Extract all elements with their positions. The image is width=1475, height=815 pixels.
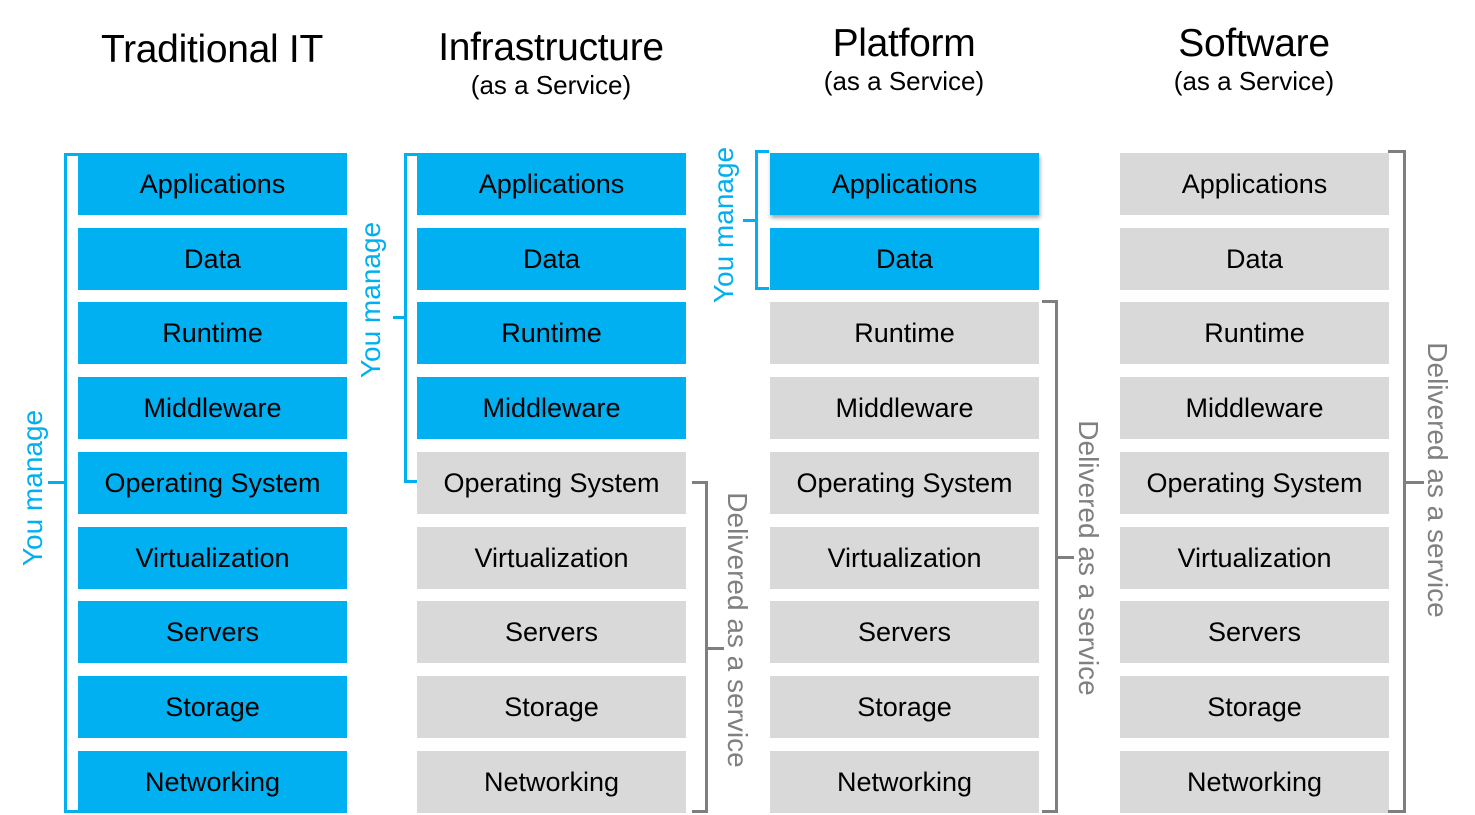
layer-applications-iaas: Applications — [417, 153, 686, 215]
layer-middleware-iaas: Middleware — [417, 377, 686, 439]
layer-operating-system-saas: Operating System — [1120, 452, 1389, 514]
title-main: Traditional IT — [101, 28, 323, 71]
layer-storage-iaas: Storage — [417, 676, 686, 738]
layer-networking-iaas: Networking — [417, 751, 686, 813]
column-title-traditional-it: Traditional IT — [62, 28, 362, 72]
title-subtitle: (as a Service) — [470, 70, 632, 100]
layer-data-traditional-it: Data — [78, 228, 347, 290]
layer-virtualization-paas: Virtualization — [770, 527, 1039, 589]
you-manage-bracket-tick — [48, 481, 64, 484]
layer-storage-saas: Storage — [1120, 676, 1389, 738]
layer-label: Applications — [831, 168, 978, 199]
layer-data-iaas: Data — [417, 228, 686, 290]
layer-label: Runtime — [162, 317, 263, 348]
layer-label: Data — [1225, 243, 1284, 274]
column-title-iaas: Infrastructure (as a Service) — [401, 26, 701, 100]
layer-label: Networking — [836, 766, 973, 797]
layer-label: Virtualization — [474, 542, 629, 573]
layer-label: Storage — [1207, 691, 1302, 722]
layer-virtualization-saas: Virtualization — [1120, 527, 1389, 589]
layer-label: Runtime — [501, 317, 602, 348]
layer-label: Operating System — [443, 467, 660, 498]
title-subtitle: (as a Service) — [823, 66, 985, 96]
layer-label: Networking — [144, 766, 281, 797]
layer-virtualization-iaas: Virtualization — [417, 527, 686, 589]
layer-operating-system-iaas: Operating System — [417, 452, 686, 514]
layer-label: Runtime — [1204, 317, 1305, 348]
title-main: Infrastructure — [438, 26, 664, 69]
layer-runtime-paas: Runtime — [770, 302, 1039, 364]
layer-label: Applications — [139, 168, 286, 199]
layer-networking-saas: Networking — [1120, 751, 1389, 813]
layer-label: Storage — [165, 691, 260, 722]
layer-runtime-iaas: Runtime — [417, 302, 686, 364]
layer-label: Servers — [857, 616, 952, 647]
delivered-bracket-paas — [1042, 300, 1058, 813]
layer-networking-traditional-it: Networking — [78, 751, 347, 813]
layer-label: Virtualization — [827, 542, 982, 573]
layer-label: Middleware — [482, 392, 621, 423]
layer-servers-iaas: Servers — [417, 601, 686, 663]
layer-middleware-paas: Middleware — [770, 377, 1039, 439]
layer-label: Virtualization — [135, 542, 290, 573]
layer-label: Middleware — [1185, 392, 1324, 423]
you-manage-bracket-iaas — [404, 153, 417, 483]
delivered-label-iaas: Delivered as a service — [722, 492, 753, 768]
layer-label: Middleware — [143, 392, 282, 423]
layer-label: Servers — [504, 616, 599, 647]
layer-label: Networking — [1186, 766, 1323, 797]
layer-middleware-traditional-it: Middleware — [78, 377, 347, 439]
layer-label: Servers — [1207, 616, 1302, 647]
layer-networking-paas: Networking — [770, 751, 1039, 813]
title-subtitle: (as a Service) — [1173, 66, 1335, 96]
layer-applications-traditional-it: Applications — [78, 153, 347, 215]
you-manage-label-traditional: You manage — [17, 409, 48, 567]
layer-applications-saas: Applications — [1120, 153, 1389, 215]
delivered-bracket-iaas — [692, 481, 708, 813]
column-title-saas: Software (as a Service) — [1104, 22, 1404, 96]
layer-operating-system-paas: Operating System — [770, 452, 1039, 514]
title-main: Platform — [832, 22, 976, 65]
layer-operating-system-traditional-it: Operating System — [78, 452, 347, 514]
layer-label: Operating System — [104, 467, 321, 498]
layer-servers-saas: Servers — [1120, 601, 1389, 663]
layer-runtime-traditional-it: Runtime — [78, 302, 347, 364]
layer-servers-paas: Servers — [770, 601, 1039, 663]
layer-storage-paas: Storage — [770, 676, 1039, 738]
layer-label: Runtime — [854, 317, 955, 348]
layer-label: Operating System — [1146, 467, 1363, 498]
layer-data-paas: Data — [770, 228, 1039, 290]
layer-label: Storage — [504, 691, 599, 722]
column-title-paas: Platform (as a Service) — [754, 22, 1054, 96]
layer-label: Storage — [857, 691, 952, 722]
you-manage-label-iaas: You manage — [355, 221, 386, 379]
you-manage-bracket-traditional — [64, 153, 78, 813]
layer-servers-traditional-it: Servers — [78, 601, 347, 663]
layer-storage-traditional-it: Storage — [78, 676, 347, 738]
layer-label: Virtualization — [1177, 542, 1332, 573]
layer-label: Middleware — [835, 392, 974, 423]
layer-label: Operating System — [796, 467, 1013, 498]
layer-label: Data — [875, 243, 934, 274]
you-manage-label-paas: You manage — [708, 146, 739, 304]
layer-applications-paas: Applications — [770, 153, 1039, 215]
layer-label: Data — [183, 243, 242, 274]
layer-label: Servers — [165, 616, 260, 647]
layer-runtime-saas: Runtime — [1120, 302, 1389, 364]
delivered-label-saas: Delivered as a service — [1422, 342, 1453, 618]
delivered-label-paas: Delivered as a service — [1073, 420, 1104, 696]
layer-label: Data — [522, 243, 581, 274]
layer-label: Applications — [478, 168, 625, 199]
title-main: Software — [1178, 22, 1330, 65]
you-manage-bracket-paas — [755, 150, 769, 290]
layer-label: Networking — [483, 766, 620, 797]
you-manage-bracket-tick — [393, 316, 404, 319]
layer-data-saas: Data — [1120, 228, 1389, 290]
layer-middleware-saas: Middleware — [1120, 377, 1389, 439]
layer-virtualization-traditional-it: Virtualization — [78, 527, 347, 589]
layer-label: Applications — [1181, 168, 1328, 199]
you-manage-bracket-tick — [743, 219, 755, 222]
